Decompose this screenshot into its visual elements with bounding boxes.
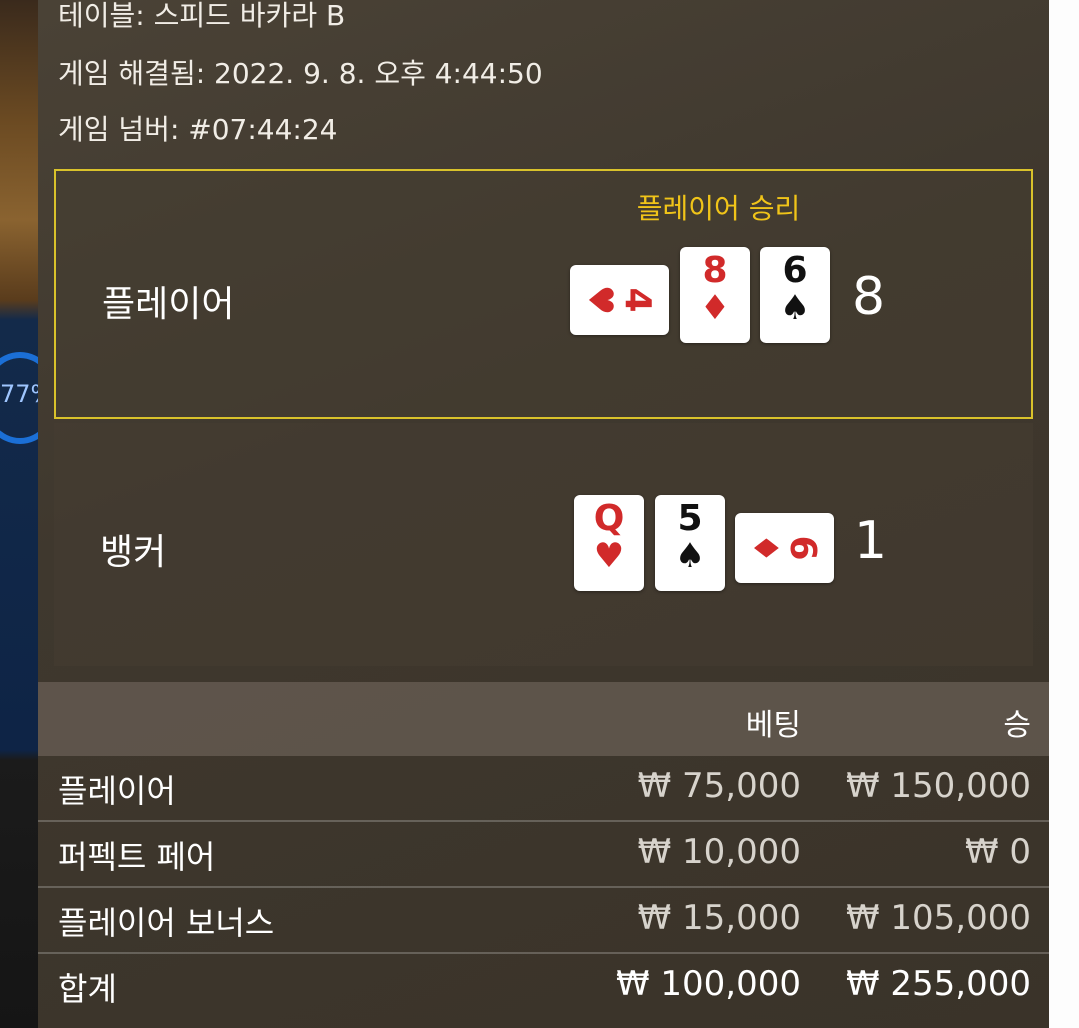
banker-score: 1	[854, 511, 888, 571]
spade-suit-icon: ♠	[779, 288, 811, 328]
banker-card-1: Q ♥	[574, 495, 644, 591]
game-history-panel: 테이블: 스피드 바카라 B 게임 해결됨: 2022. 9. 8. 오후 4:…	[38, 0, 1049, 1028]
win-amount: ₩ 0	[964, 832, 1031, 872]
game-resolved-time: 게임 해결됨: 2022. 9. 8. 오후 4:44:50	[58, 57, 543, 90]
bets-table-header: 베팅 승	[38, 682, 1049, 756]
heart-suit-icon: ♥	[593, 536, 625, 576]
bet-amount: ₩ 75,000	[637, 766, 801, 806]
player-hand: 플레이어 승리 플레이어 4 ♥ 8 ♦ 6 ♠ 8	[54, 169, 1033, 419]
table-row: 퍼펙트 페어 ₩ 10,000 ₩ 0	[38, 822, 1049, 888]
bets-table: 베팅 승 플레이어 ₩ 75,000 ₩ 150,000 퍼펙트 페어 ₩ 10…	[38, 682, 1049, 1018]
card-rank: 4	[616, 287, 658, 313]
banker-hand: 뱅커 Q ♥ 5 ♠ 6 ♦ 1	[54, 423, 1033, 666]
table-row: 플레이어 ₩ 75,000 ₩ 150,000	[38, 756, 1049, 822]
total-row: 합계 ₩ 100,000 ₩ 255,000	[38, 954, 1049, 1018]
total-label: 합계	[58, 970, 117, 1008]
banker-card-2: 5 ♠	[655, 495, 725, 591]
bet-amount: ₩ 10,000	[637, 832, 801, 872]
diamond-suit-icon: ♦	[744, 532, 785, 564]
winner-label: 플레이어 승리	[636, 192, 801, 225]
banker-card-3: 6 ♦	[735, 513, 834, 583]
card-rank: 6	[781, 535, 823, 561]
player-score: 8	[852, 267, 886, 327]
player-card-1: 4 ♥	[570, 265, 669, 335]
total-win: ₩ 255,000	[845, 964, 1031, 1004]
table-row: 플레이어 보너스 ₩ 15,000 ₩ 105,000	[38, 888, 1049, 954]
card-rank: Q	[593, 498, 625, 539]
win-column-header: 승	[1003, 708, 1031, 743]
player-card-2: 8 ♦	[680, 247, 750, 343]
bet-name: 퍼펙트 페어	[58, 838, 216, 876]
bet-column-header: 베팅	[745, 708, 801, 743]
total-bet: ₩ 100,000	[615, 964, 801, 1004]
player-label: 플레이어	[102, 284, 235, 325]
card-rank: 8	[702, 250, 728, 291]
game-number: 게임 넘버: #07:44:24	[58, 113, 338, 146]
spade-suit-icon: ♠	[674, 536, 706, 576]
table-name: 테이블: 스피드 바카라 B	[58, 0, 346, 32]
bet-name: 플레이어 보너스	[58, 904, 275, 942]
diamond-suit-icon: ♦	[699, 288, 731, 328]
right-edge	[1049, 0, 1079, 1028]
bet-name: 플레이어	[58, 772, 176, 810]
player-card-3: 6 ♠	[760, 247, 830, 343]
win-amount: ₩ 150,000	[845, 766, 1031, 806]
card-rank: 5	[677, 498, 703, 539]
banker-label: 뱅커	[100, 532, 167, 573]
card-rank: 6	[782, 250, 808, 291]
heart-suit-icon: ♥	[579, 284, 620, 316]
bet-amount: ₩ 15,000	[637, 898, 801, 938]
win-amount: ₩ 105,000	[845, 898, 1031, 938]
